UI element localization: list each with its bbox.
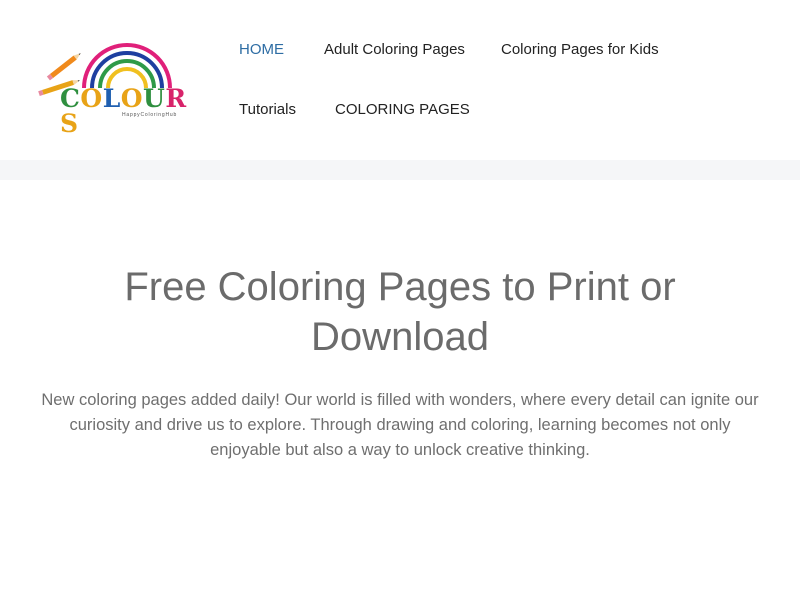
logo-wordmark: COLOURS [60,86,200,136]
nav-item-coloring-pages-for-kids[interactable]: Coloring Pages for Kids [481,40,679,60]
site-logo[interactable]: COLOURS HappyColoringHub [38,40,200,136]
logo-letter: O [120,84,144,113]
hero-section: Free Coloring Pages to Print or Download… [40,262,760,463]
header-divider-band [0,160,800,180]
nav-item-home[interactable]: HOME [219,40,304,60]
logo-letter: C [60,84,81,113]
logo-letter: R [165,84,187,113]
logo-letter: L [102,84,121,113]
hero-description: New coloring pages added daily! Our worl… [41,391,759,459]
logo-tagline: HappyColoringHub [122,112,178,118]
nav-item-adult-coloring-pages[interactable]: Adult Coloring Pages [304,40,485,60]
logo-letter: S [60,109,79,138]
page-title: Free Coloring Pages to Print or Download [124,265,676,359]
nav-item-coloring-pages[interactable]: COLORING PAGES [315,100,490,120]
logo-letter: U [143,84,166,113]
nav-item-tutorials[interactable]: Tutorials [219,100,316,120]
logo-letter: O [80,84,103,113]
site-header: COLOURS HappyColoringHub HOME Adult Colo… [0,0,800,160]
